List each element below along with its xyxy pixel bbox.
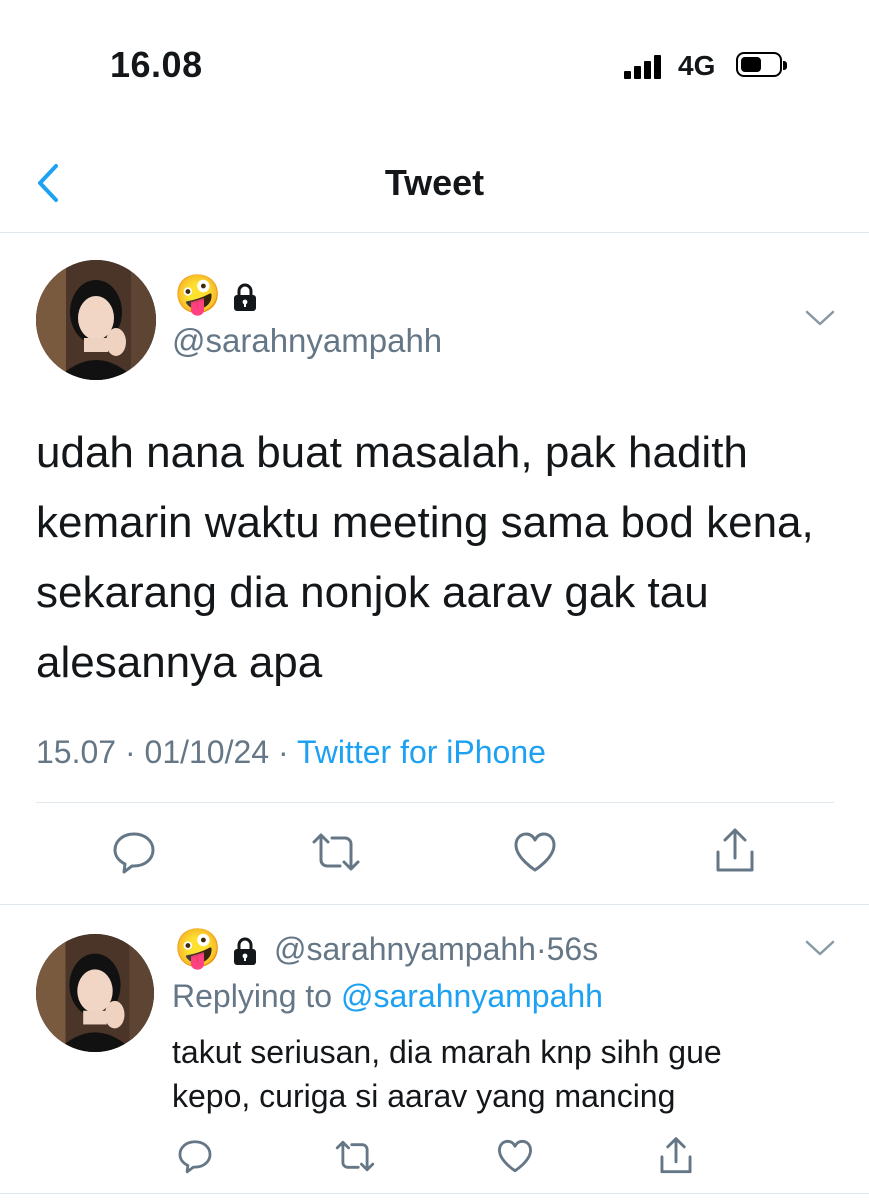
reply-author: @sarahnyampahh·56s [274,931,598,968]
nav-divider [0,232,869,233]
replying-prefix: Replying to [172,978,341,1014]
network-label: 4G [678,50,716,81]
divider [0,1193,869,1194]
page-title: Tweet [384,162,485,203]
signal-icon [624,55,668,79]
tweet-meta: 15.07 · 01/10/24 · Twitter for iPhone [36,734,546,771]
divider [36,802,834,803]
comment-icon[interactable] [110,828,158,876]
tweet-date: 01/10/24 [144,734,270,770]
lock-icon [234,283,256,311]
replying-to-link[interactable]: @sarahnyampahh [341,978,603,1014]
share-icon[interactable] [657,1135,695,1177]
reply-age: 56s [546,931,599,967]
comment-icon[interactable] [176,1137,214,1175]
avatar[interactable] [36,260,156,380]
heart-icon[interactable] [512,830,558,874]
emoji-icon: 🤪 [174,274,222,316]
reply-avatar[interactable] [36,934,154,1052]
tweet-text: udah nana buat masalah, pak hadith kemar… [36,428,814,687]
chevron-down-icon[interactable] [805,938,835,958]
chevron-down-icon[interactable] [805,308,835,328]
author-handle[interactable]: @sarahnyampahh [172,322,442,360]
meta-separator: · [116,734,145,770]
meta-separator: · [269,734,297,770]
replying-to: Replying to @sarahnyampahh [172,978,603,1015]
status-time: 16.08 [110,44,203,85]
tweet-time: 15.07 [36,734,117,770]
tweet-source[interactable]: Twitter for iPhone [297,734,546,770]
heart-icon[interactable] [496,1138,534,1174]
retweet-icon[interactable] [334,1138,376,1174]
battery-icon [736,52,787,77]
retweet-icon[interactable] [310,830,362,874]
reply-text-line: kepo, curiga si aarav yang mancing [172,1078,676,1114]
share-icon[interactable] [712,826,758,876]
divider [0,904,869,905]
meta-separator: · [535,931,547,967]
reply-text-line: takut seriusan, dia marah knp sihh gue [172,1034,722,1070]
emoji-icon: 🤪 [174,928,222,970]
reply-text: takut seriusan, dia marah knp sihh gue k… [172,1030,812,1118]
lock-icon [234,937,256,965]
reply-handle[interactable]: @sarahnyampahh [274,931,536,967]
